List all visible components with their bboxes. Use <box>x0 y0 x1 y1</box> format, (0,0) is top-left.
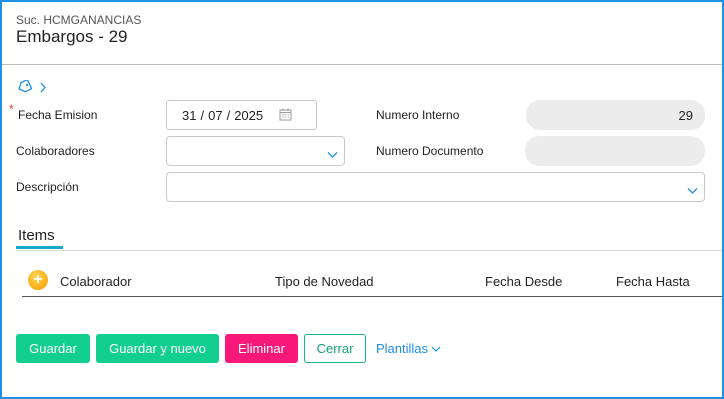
descripcion-select[interactable] <box>166 172 705 202</box>
templates-label: Plantillas <box>376 341 429 356</box>
chevron-right-icon[interactable] <box>40 80 46 98</box>
date-separator: / <box>200 107 205 123</box>
required-mark: * <box>9 102 14 116</box>
table-header-divider <box>22 296 722 297</box>
numero-interno-label: Numero Interno <box>376 108 460 122</box>
chevron-down-icon <box>431 341 441 356</box>
column-header-tipo-novedad: Tipo de Novedad <box>275 274 374 289</box>
tab-items[interactable]: Items <box>18 227 55 244</box>
calendar-icon[interactable] <box>279 108 292 124</box>
page-title: Embargos - 29 <box>16 27 128 46</box>
numero-documento-field <box>525 136 705 166</box>
tab-active-indicator <box>16 246 63 249</box>
numero-interno-field: 29 <box>526 100 705 130</box>
date-day[interactable]: 31 <box>182 108 196 123</box>
tab-divider <box>16 250 722 251</box>
date-year[interactable]: 2025 <box>234 108 263 123</box>
fecha-emision-label: Fecha Emision <box>18 108 98 122</box>
chevron-down-icon[interactable] <box>327 146 338 164</box>
save-and-new-button[interactable]: Guardar y nuevo <box>96 334 219 363</box>
templates-dropdown[interactable]: Plantillas <box>376 341 441 356</box>
tag-icon[interactable] <box>17 78 33 98</box>
close-button[interactable]: Cerrar <box>304 334 366 363</box>
tag-toolbar <box>17 78 46 98</box>
delete-button[interactable]: Eliminar <box>225 334 298 363</box>
column-header-fecha-desde: Fecha Desde <box>485 274 563 289</box>
column-header-fecha-hasta: Fecha Hasta <box>616 274 690 289</box>
chevron-down-icon[interactable] <box>687 182 698 200</box>
colaboradores-label: Colaboradores <box>16 144 95 158</box>
save-button[interactable]: Guardar <box>16 334 90 363</box>
colaboradores-select[interactable] <box>166 136 345 166</box>
date-separator: / <box>226 107 231 123</box>
column-header-colaborador: Colaborador <box>60 274 132 289</box>
header-divider <box>2 64 722 65</box>
date-month[interactable]: 07 <box>208 108 222 123</box>
add-circle-icon[interactable]: + <box>28 270 48 290</box>
numero-documento-label: Numero Documento <box>376 144 484 158</box>
fecha-emision-input[interactable]: 31 / 07 / 2025 <box>166 100 317 130</box>
branch-label: Suc. HCMGANANCIAS <box>16 13 142 27</box>
descripcion-label: Descripción <box>16 180 79 194</box>
